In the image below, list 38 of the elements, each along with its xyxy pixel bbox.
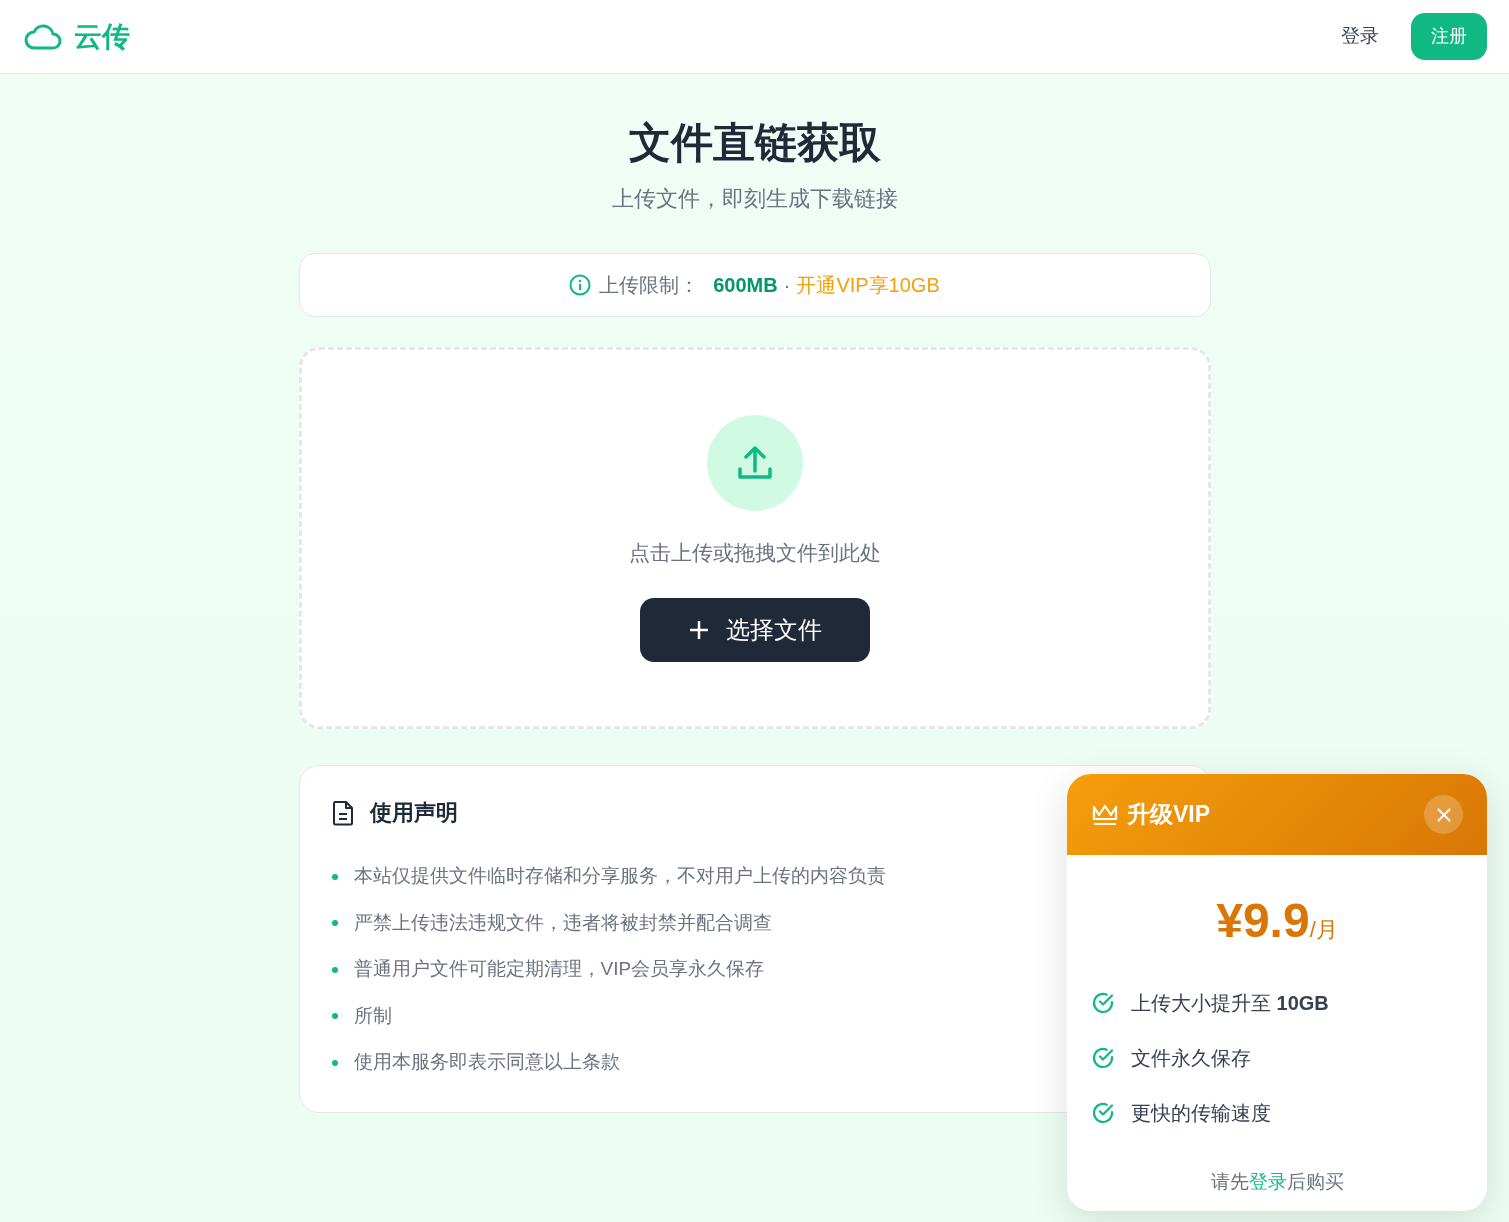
login-note: 请先登录后购买 — [1210, 1171, 1344, 1192]
bullet-icon — [331, 873, 338, 880]
page-subtitle: 上传文件，即刻生成下载链接 — [611, 186, 898, 212]
close-button[interactable] — [1424, 795, 1463, 834]
drop-zone[interactable]: 点击上传或拖拽文件到此处 选择文件 — [298, 347, 1211, 730]
notice-item: 严禁上传违法违规文件，违者将被封禁并配合调查 — [353, 910, 772, 935]
popup-title: 升级VIP — [1127, 800, 1211, 830]
check-icon — [1091, 1045, 1115, 1070]
info-icon — [569, 274, 592, 297]
check-icon — [1091, 990, 1115, 1015]
login-link[interactable]: 登录 — [1341, 22, 1379, 51]
plus-icon — [687, 619, 710, 642]
page-title: 文件直链获取 — [627, 118, 882, 168]
bullet-icon — [331, 920, 338, 927]
logo-text: 云传 — [74, 19, 130, 54]
feature-text: 更快的传输速度 — [1131, 1100, 1271, 1126]
document-icon — [331, 799, 354, 826]
bullet-icon — [331, 966, 338, 973]
notice-item: 普通用户文件可能定期清理，VIP会员享永久保存 — [353, 957, 765, 982]
choose-file-button[interactable]: 选择文件 — [639, 598, 870, 663]
check-icon — [1091, 1100, 1115, 1125]
drop-hint: 点击上传或拖拽文件到此处 — [628, 539, 881, 566]
close-icon — [1436, 807, 1451, 822]
bullet-icon — [331, 1059, 338, 1066]
notice-item: 所制 — [353, 1003, 392, 1028]
bullet-icon — [331, 1013, 338, 1020]
limit-label: 上传限制： — [599, 273, 700, 299]
price: ¥9.9 — [1216, 894, 1310, 947]
feature-text: 上传大小提升至 10GB — [1131, 990, 1329, 1016]
limit-size: 600MB — [713, 273, 778, 299]
notice-item: 使用本服务即表示同意以上条款 — [353, 1050, 620, 1075]
cloud-icon — [24, 22, 62, 51]
separator: · — [783, 273, 791, 299]
notice-title: 使用声明 — [369, 799, 458, 828]
feature-text: 文件永久保存 — [1131, 1045, 1251, 1071]
price-unit: /月 — [1309, 917, 1338, 942]
crown-icon — [1091, 802, 1119, 827]
notice-item: 本站仅提供文件临时存储和分享服务，不对用户上传的内容负责 — [353, 864, 886, 889]
